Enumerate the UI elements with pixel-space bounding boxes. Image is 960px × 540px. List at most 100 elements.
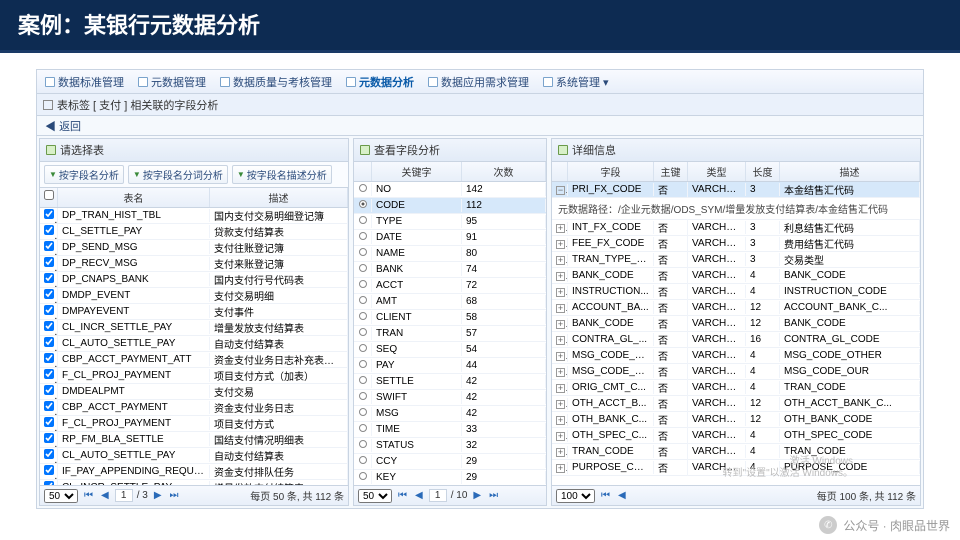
prev-page-button[interactable]: ◀ (99, 490, 111, 501)
row-radio[interactable] (354, 231, 372, 244)
analyze-button[interactable]: ▼按字段名分词分析 (128, 165, 228, 184)
row-checkbox[interactable] (44, 401, 54, 411)
table-row[interactable]: CBP_ACCT_PAYMENT_ATT资金支付业务日志补充表（核心流… (40, 352, 348, 368)
back-button[interactable]: ◀ 返回 (45, 121, 81, 133)
page-size-select[interactable]: 50 (44, 489, 78, 503)
row-checkbox[interactable] (44, 337, 54, 347)
table-row[interactable]: SWIFT42 (354, 390, 546, 406)
page-number[interactable]: 1 (429, 489, 447, 502)
table-row[interactable]: NAME80 (354, 246, 546, 262)
menu-item[interactable]: 元数据分析 (346, 74, 414, 90)
prev-page-button[interactable]: ◀ (413, 490, 425, 501)
row-checkbox[interactable] (44, 385, 54, 395)
row-radio[interactable] (354, 327, 372, 340)
table-row[interactable]: DP_TRAN_HIST_TBL国内支付交易明细登记簿 (40, 208, 348, 224)
table-row[interactable]: +INSTRUCTION...否VARCHA...4INSTRUCTION_CO… (552, 284, 920, 300)
table-row[interactable]: BANK74 (354, 262, 546, 278)
table-row[interactable]: +OTH_BANK_C...否VARCHA...12OTH_BANK_CODE (552, 412, 920, 428)
last-page-button[interactable]: ⏭ (487, 490, 500, 501)
first-page-button[interactable]: ⏮ (396, 490, 409, 501)
expand-button[interactable]: + (552, 462, 568, 474)
table-row[interactable]: DATE91 (354, 230, 546, 246)
row-checkbox[interactable] (44, 417, 54, 427)
expand-button[interactable]: + (552, 334, 568, 346)
table-row[interactable]: DP_SEND_MSG支付往账登记簿 (40, 240, 348, 256)
row-radio[interactable] (354, 311, 372, 324)
row-radio[interactable] (354, 455, 372, 468)
prev-page-button[interactable]: ◀ (616, 490, 628, 501)
table-row[interactable]: +MSG_CODE_O...否VARCHA...4MSG_CODE_OUR (552, 364, 920, 380)
table-row[interactable]: CCY29 (354, 454, 546, 470)
table-row[interactable]: DMPAYEVENT支付事件 (40, 304, 348, 320)
expand-button[interactable]: + (552, 254, 568, 266)
table-row[interactable]: F_CL_PROJ_PAYMENT项目支付方式（加表） (40, 368, 348, 384)
expand-button[interactable]: + (552, 270, 568, 282)
page-number[interactable]: 1 (115, 489, 133, 502)
table-row[interactable]: IF_PAY_APPENDING_REQUEST资金支付排队任务 (40, 464, 348, 480)
table-row[interactable]: +FEE_FX_CODE否VARCHA...3费用结售汇代码 (552, 236, 920, 252)
row-radio[interactable] (354, 343, 372, 356)
row-checkbox[interactable] (44, 273, 54, 283)
table-row[interactable]: +BANK_CODE否VARCHA...4BANK_CODE (552, 268, 920, 284)
first-page-button[interactable]: ⏮ (82, 490, 95, 501)
table-row[interactable]: +OTH_SPEC_C...否VARCHA...4OTH_SPEC_CODE (552, 428, 920, 444)
last-page-button[interactable]: ⏭ (168, 490, 181, 501)
row-radio[interactable] (354, 359, 372, 372)
row-radio[interactable] (354, 391, 372, 404)
table-row[interactable]: CBP_ACCT_PAYMENT资金支付业务日志 (40, 400, 348, 416)
row-checkbox[interactable] (44, 433, 54, 443)
expand-button[interactable]: + (552, 382, 568, 394)
row-radio[interactable] (354, 471, 372, 484)
table-row[interactable]: CODE112 (354, 198, 546, 214)
row-checkbox[interactable] (44, 369, 54, 379)
table-row[interactable]: +TRAN_TYPE_C...否VARCHA...3交易类型 (552, 252, 920, 268)
expand-button[interactable]: + (552, 302, 568, 314)
row-radio[interactable] (354, 423, 372, 436)
expand-button[interactable]: + (552, 238, 568, 250)
table-row[interactable]: TRAN57 (354, 326, 546, 342)
page-size-select[interactable]: 50 (358, 489, 392, 503)
row-radio[interactable] (354, 279, 372, 292)
row-radio[interactable] (354, 295, 372, 308)
table-row[interactable]: +OTH_ACCT_B...否VARCHA...12OTH_ACCT_BANK_… (552, 396, 920, 412)
next-page-button[interactable]: ▶ (152, 490, 164, 501)
menu-item[interactable]: 数据标准管理 (45, 74, 124, 90)
row-checkbox[interactable] (44, 225, 54, 235)
expand-button[interactable]: + (552, 286, 568, 298)
expand-button[interactable]: + (552, 430, 568, 442)
expand-button[interactable]: + (552, 398, 568, 410)
table-row[interactable]: KEY29 (354, 470, 546, 485)
table-row[interactable]: CL_AUTO_SETTLE_PAY自动支付结算表 (40, 336, 348, 352)
table-row[interactable]: NO142 (354, 182, 546, 198)
checkbox-header[interactable] (40, 188, 58, 207)
expand-button[interactable]: + (552, 366, 568, 378)
row-radio[interactable] (354, 407, 372, 420)
page-size-select[interactable]: 100 (556, 489, 595, 503)
row-checkbox[interactable] (44, 465, 54, 475)
expand-button[interactable]: − (552, 184, 568, 196)
table-row[interactable]: +ACCOUNT_BA...否VARCHA...12ACCOUNT_BANK_C… (552, 300, 920, 316)
table-row[interactable]: +INT_FX_CODE否VARCHA...3利息结售汇代码 (552, 220, 920, 236)
analyze-button[interactable]: ▼按字段名分析 (44, 165, 124, 184)
table-row[interactable]: CL_INCR_SETTLE_PAY增量发放支付结算表 (40, 320, 348, 336)
table-row[interactable]: F_CL_PROJ_PAYMENT项目支付方式 (40, 416, 348, 432)
table-row[interactable]: DMDP_EVENT支付交易明细 (40, 288, 348, 304)
table-row[interactable]: +BANK_CODE否VARCHA...12BANK_CODE (552, 316, 920, 332)
table-row[interactable]: PAY44 (354, 358, 546, 374)
menu-item[interactable]: 元数据管理 (138, 74, 206, 90)
table-row[interactable]: TIME33 (354, 422, 546, 438)
table-row[interactable]: ACCT72 (354, 278, 546, 294)
row-checkbox[interactable] (44, 257, 54, 267)
menu-item[interactable]: 系统管理 ▾ (543, 74, 609, 90)
expand-button[interactable]: + (552, 446, 568, 458)
row-radio[interactable] (354, 263, 372, 276)
expand-button[interactable]: + (552, 318, 568, 330)
row-checkbox[interactable] (44, 321, 54, 331)
table-row[interactable]: DMDEALPMT支付交易 (40, 384, 348, 400)
table-row[interactable]: SETTLE42 (354, 374, 546, 390)
table-row[interactable]: AMT68 (354, 294, 546, 310)
menu-item[interactable]: 数据应用需求管理 (428, 74, 529, 90)
table-row[interactable]: CL_SETTLE_PAY贷款支付结算表 (40, 224, 348, 240)
row-radio[interactable] (354, 183, 372, 196)
table-row[interactable]: STATUS32 (354, 438, 546, 454)
